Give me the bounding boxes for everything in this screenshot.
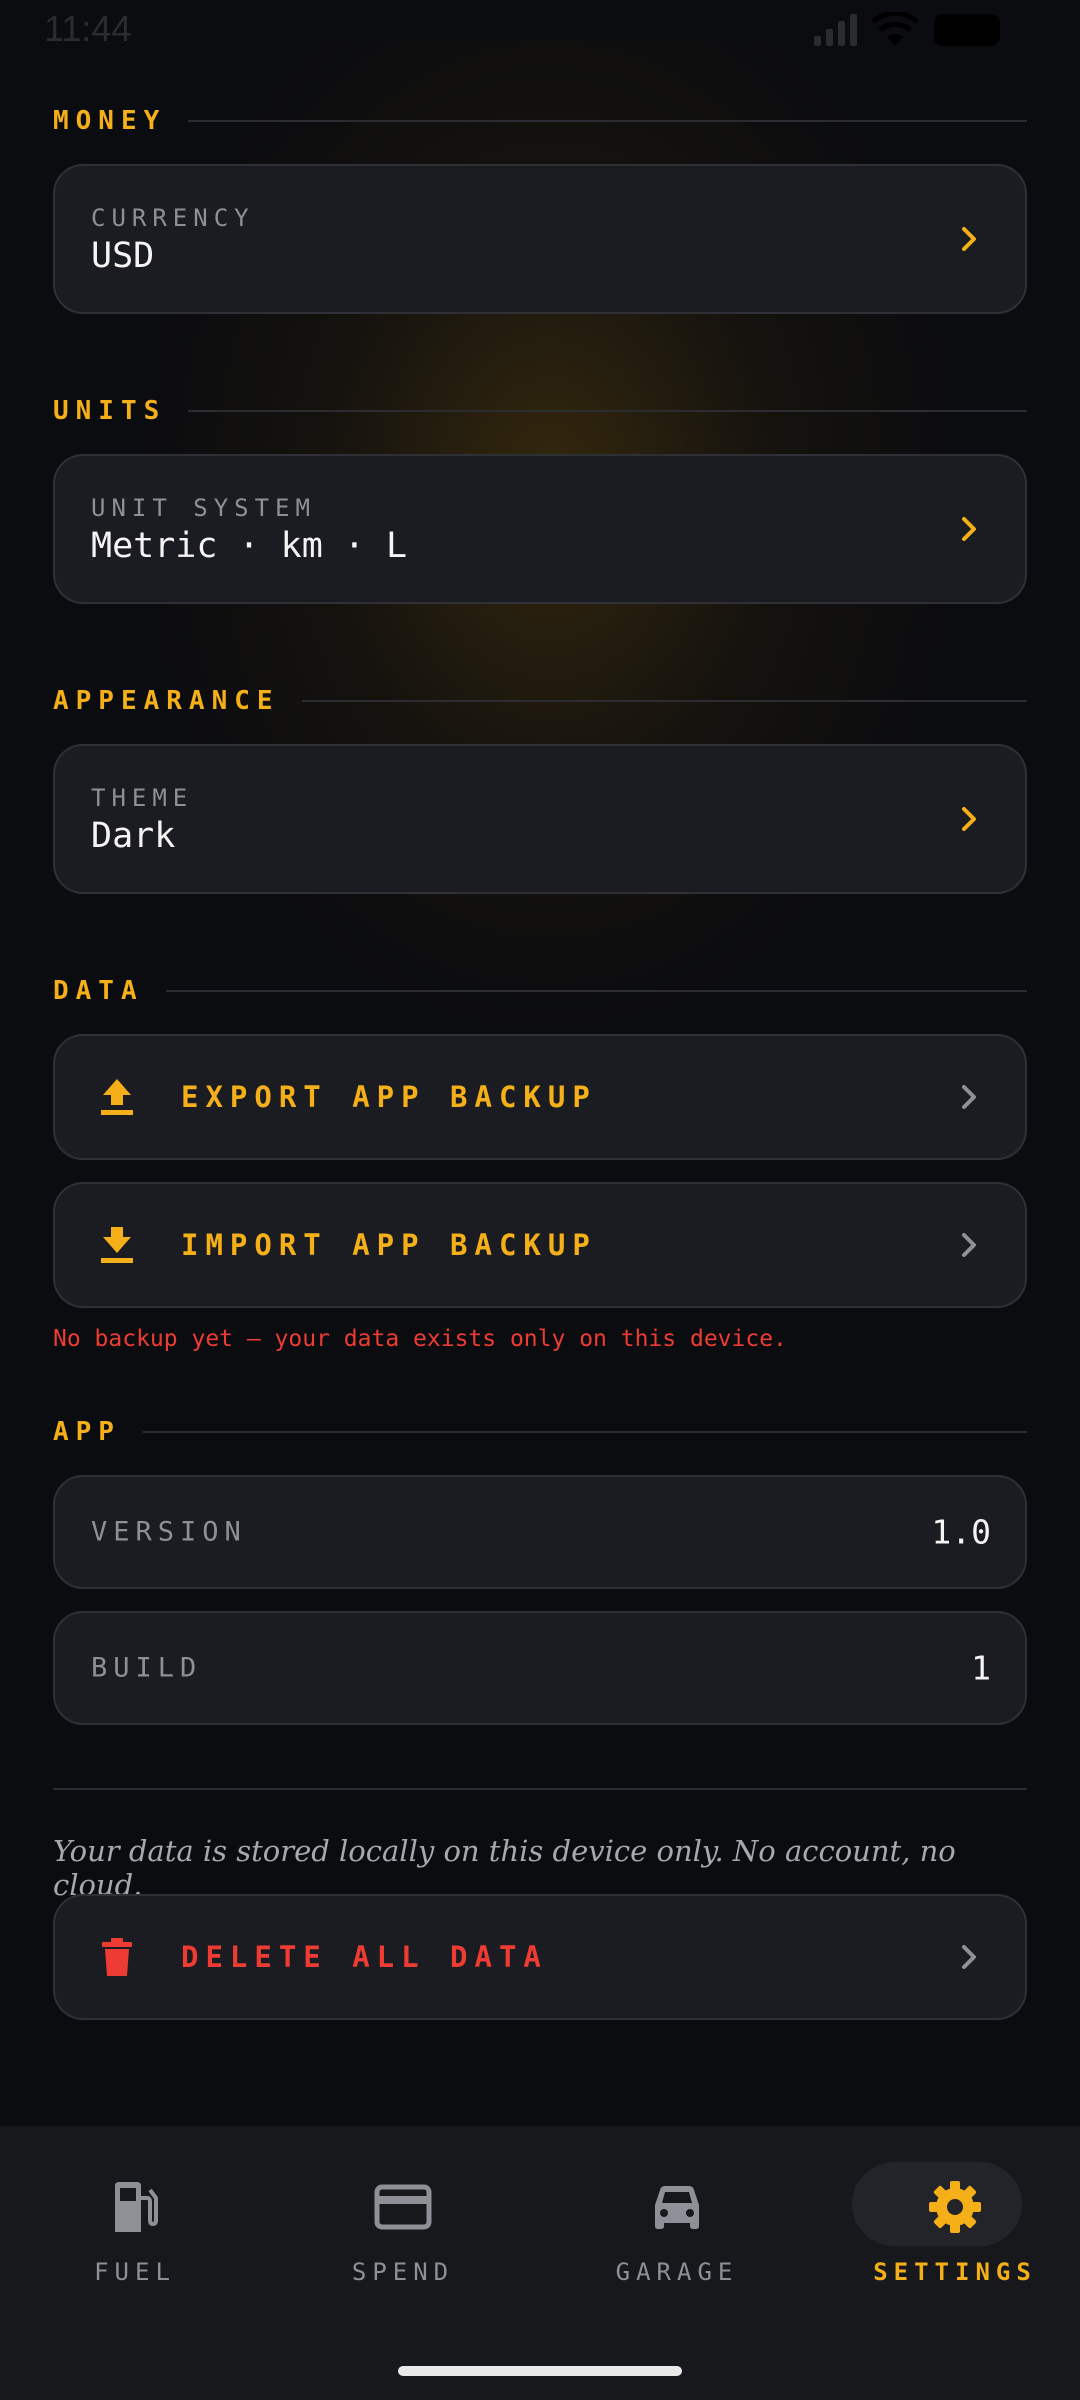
delete-all-data-button[interactable]: DELETE ALL DATA [53,1894,1027,2020]
chevron-right-icon [962,807,976,831]
nav-label: SETTINGS [873,2258,1037,2286]
battery-icon [934,14,1000,46]
info-label: VERSION [91,1516,247,1548]
backup-warning: No backup yet — your data exists only on… [53,1326,787,1352]
chevron-right-icon [962,517,976,541]
credit-card-icon [374,2184,432,2230]
import-backup-button[interactable]: IMPORT APP BACKUP [53,1182,1027,1308]
section-divider [188,410,1027,412]
theme-setting[interactable]: THEME Dark [53,744,1027,894]
setting-value: Metric · km · L [91,526,408,566]
export-backup-button[interactable]: EXPORT APP BACKUP [53,1034,1027,1160]
car-icon [655,2186,699,2229]
chevron-right-icon [962,1233,976,1257]
chevron-right-icon [962,1945,976,1969]
nav-item-garage[interactable]: GARAGE [542,2126,812,2326]
section-header-data: DATA [53,971,1027,1011]
unit-system-setting[interactable]: UNIT SYSTEM Metric · km · L [53,454,1027,604]
status-bar: 11:44 [0,0,1080,62]
nav-item-fuel[interactable]: FUEL [0,2126,270,2326]
nav-item-spend[interactable]: SPEND [268,2126,538,2326]
nav-label: FUEL [94,2258,176,2286]
section-divider [301,700,1027,702]
export-label: EXPORT APP BACKUP [181,1080,597,1114]
setting-value: Dark [91,816,176,856]
info-value: 1.0 [931,1512,991,1552]
chevron-right-icon [962,227,976,251]
divider [53,1788,1027,1790]
status-time: 11:44 [44,8,132,49]
wifi-icon [871,12,919,46]
upload-icon [101,1079,133,1115]
section-title: UNITS [53,396,167,426]
version-row: VERSION 1.0 [53,1475,1027,1589]
section-divider [188,120,1027,122]
setting-label: CURRENCY [91,204,255,232]
info-value: 1 [971,1648,991,1688]
gear-icon [929,2181,981,2233]
section-header-app: APP [53,1412,1027,1452]
section-header-units: UNITS [53,391,1027,431]
download-icon [101,1227,133,1263]
privacy-note: Your data is stored locally on this devi… [53,1834,956,1902]
build-row: BUILD 1 [53,1611,1027,1725]
home-indicator [398,2366,682,2376]
section-title: APP [53,1417,121,1447]
fuel-pump-icon [115,2182,158,2232]
currency-setting[interactable]: CURRENCY USD [53,164,1027,314]
chevron-right-icon [962,1085,976,1109]
delete-label: DELETE ALL DATA [181,1940,548,1974]
setting-value: USD [91,236,155,276]
nav-label: GARAGE [615,2258,739,2286]
section-divider [165,990,1027,992]
setting-label: THEME [91,784,194,812]
bottom-nav: FUEL SPEND GARAGE SETTINGS [0,2126,1080,2400]
section-header-appearance: APPEARANCE [53,681,1027,721]
section-divider [142,1431,1027,1433]
section-title: DATA [53,976,144,1006]
import-label: IMPORT APP BACKUP [181,1228,597,1262]
trash-icon [102,1938,132,1976]
nav-item-settings[interactable]: SETTINGS [820,2126,1080,2326]
info-label: BUILD [91,1652,203,1684]
section-header-money: MONEY [53,101,1027,141]
signal-icon [814,14,857,46]
nav-label: SPEND [351,2258,455,2286]
section-title: MONEY [53,106,167,136]
section-title: APPEARANCE [53,686,280,716]
setting-label: UNIT SYSTEM [91,494,316,522]
